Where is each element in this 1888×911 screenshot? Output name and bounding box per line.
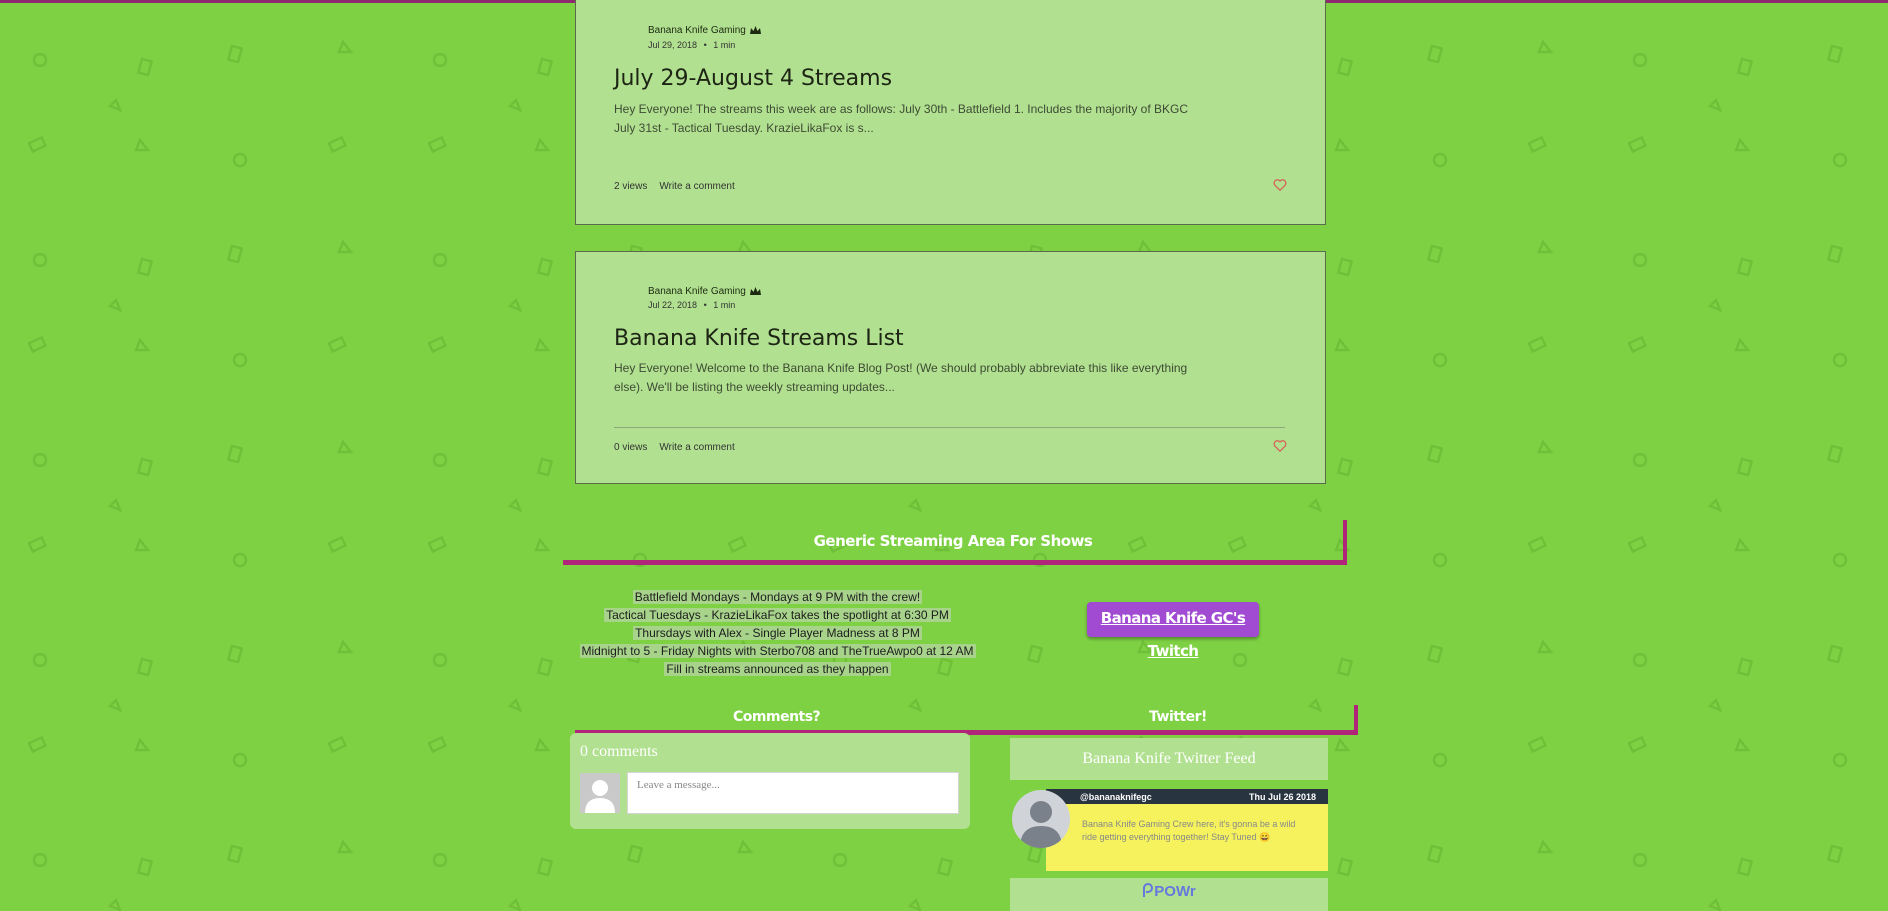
stream-schedule: Battlefield Mondays - Mondays at 9 PM wi… <box>575 588 980 678</box>
post-author[interactable]: Banana Knife Gaming <box>648 286 746 297</box>
tweet-header-bar: @bananaknifegc Thu Jul 26 2018 <box>1046 789 1328 804</box>
tweet-handle[interactable]: @bananaknifegc <box>1080 792 1152 802</box>
post-views: 0 views <box>614 442 648 453</box>
write-comment-link[interactable]: Write a comment <box>659 442 734 453</box>
post-read-time: 1 min <box>713 300 736 310</box>
post-author[interactable]: Banana Knife Gaming <box>648 25 746 36</box>
crown-icon <box>749 26 761 34</box>
meta-separator: • <box>703 40 707 50</box>
post-author-row: Banana Knife Gaming <box>648 286 761 297</box>
user-avatar <box>580 773 620 813</box>
comments-heading: Comments? <box>733 709 821 725</box>
post-date: Jul 22, 2018 <box>648 300 698 310</box>
twitter-feed-title: Banana Knife Twitter Feed <box>1010 738 1328 780</box>
comment-count: 0 comments <box>580 743 658 760</box>
bottom-section-banner: Comments? Twitter! <box>575 705 1358 735</box>
post-stats: 0 views Write a comment <box>614 442 735 453</box>
post-author-row: Banana Knife Gaming <box>648 25 761 36</box>
user-icon <box>1020 801 1062 848</box>
comment-input[interactable]: Leave a message... <box>627 772 959 814</box>
twitter-avatar[interactable] <box>1012 790 1070 848</box>
post-meta: Jul 29, 2018 • 1 min <box>648 40 735 50</box>
post-divider <box>614 427 1285 428</box>
tweet-text: Banana Knife Gaming Crew here, it's gonn… <box>1082 819 1296 842</box>
comments-widget: 0 comments Leave a message... <box>570 733 970 829</box>
powr-label: POWr <box>1154 883 1196 900</box>
post-excerpt[interactable]: Hey Everyone! Welcome to the Banana Knif… <box>614 359 1194 397</box>
blog-post-card[interactable]: Banana Knife Gaming Jul 29, 2018 • 1 min… <box>575 0 1326 225</box>
schedule-line: Tactical Tuesdays - KrazieLikaFox takes … <box>604 608 951 622</box>
user-icon <box>585 780 615 813</box>
schedule-line: Midnight to 5 - Friday Nights with Sterb… <box>579 644 976 658</box>
powr-logo-icon <box>1143 883 1154 897</box>
streaming-section-banner: Generic Streaming Area For Shows <box>563 520 1347 565</box>
blog-post-card[interactable]: Banana Knife Gaming Jul 22, 2018 • 1 min… <box>575 251 1326 484</box>
post-title[interactable]: Banana Knife Streams List <box>614 326 904 351</box>
twitch-button[interactable]: Banana Knife GC's Twitch <box>1087 602 1259 660</box>
post-stats: 2 views Write a comment <box>614 181 735 192</box>
write-comment-link[interactable]: Write a comment <box>659 181 734 192</box>
post-excerpt[interactable]: Hey Everyone! The streams this week are … <box>614 100 1194 138</box>
powr-branding[interactable]: POWr <box>1010 878 1328 911</box>
tweet-card[interactable]: @bananaknifegc Thu Jul 26 2018 Banana Kn… <box>1046 789 1328 871</box>
post-meta: Jul 22, 2018 • 1 min <box>648 300 735 310</box>
post-views: 2 views <box>614 181 648 192</box>
heart-icon[interactable] <box>1273 178 1287 192</box>
twitter-heading: Twitter! <box>1149 709 1207 725</box>
schedule-line: Thursdays with Alex - Single Player Madn… <box>633 626 922 640</box>
post-title[interactable]: July 29-August 4 Streams <box>614 66 892 91</box>
tweet-date: Thu Jul 26 2018 <box>1248 791 1316 802</box>
schedule-line: Fill in streams announced as they happen <box>664 662 891 676</box>
post-date: Jul 29, 2018 <box>648 40 698 50</box>
meta-separator: • <box>703 300 707 310</box>
crown-icon <box>749 287 761 295</box>
post-read-time: 1 min <box>713 40 736 50</box>
streaming-heading: Generic Streaming Area For Shows <box>813 532 1093 550</box>
heart-icon[interactable] <box>1273 439 1287 453</box>
schedule-line: Battlefield Mondays - Mondays at 9 PM wi… <box>632 590 923 604</box>
